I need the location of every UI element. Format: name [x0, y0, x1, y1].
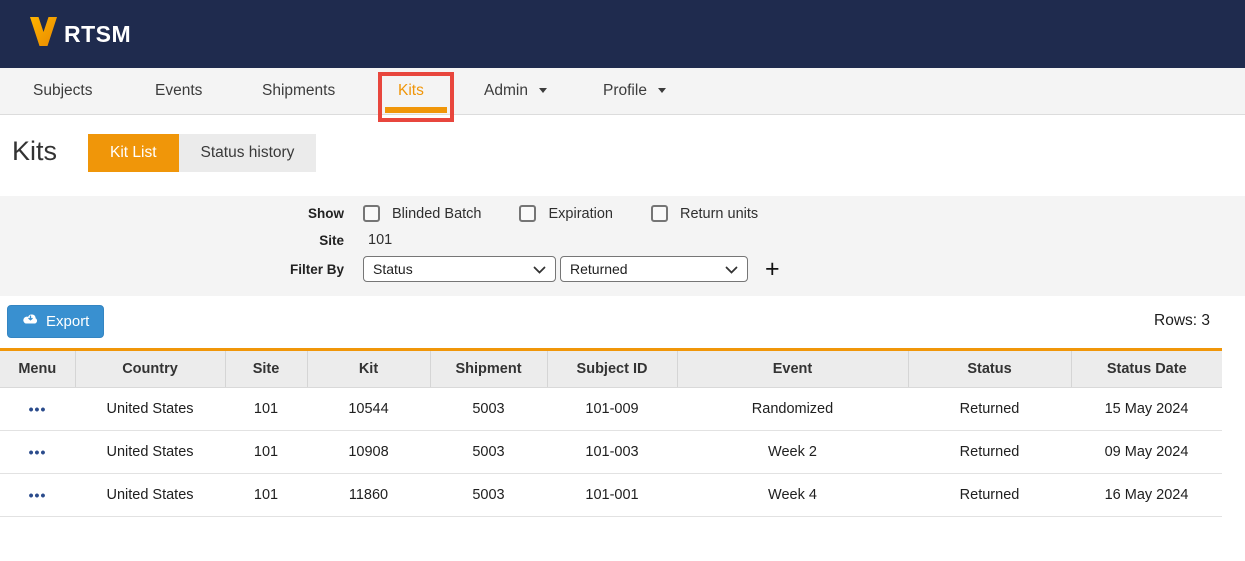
- cloud-download-icon: [22, 313, 39, 330]
- cell-status-date: 15 May 2024: [1071, 388, 1222, 431]
- table-row: ••• United States 101 10544 5003 101-009…: [0, 388, 1222, 431]
- blinded-batch-checkbox-group[interactable]: Blinded Batch: [363, 205, 481, 222]
- filter-by-row: Filter By Status Returned +: [0, 256, 780, 282]
- column-header-shipment: Shipment: [430, 350, 547, 388]
- cell-country: United States: [75, 388, 225, 431]
- column-header-subject-id: Subject ID: [547, 350, 677, 388]
- filter-value-selected-value: Returned: [570, 261, 628, 277]
- expiration-checkbox[interactable]: [519, 205, 536, 222]
- chevron-down-icon: [725, 261, 738, 277]
- site-value: 101: [368, 232, 392, 248]
- cell-status: Returned: [908, 388, 1071, 431]
- show-label: Show: [0, 206, 344, 221]
- cell-shipment: 5003: [430, 474, 547, 517]
- cell-kit: 10908: [307, 431, 430, 474]
- export-button-label: Export: [46, 313, 89, 330]
- blinded-batch-checkbox[interactable]: [363, 205, 380, 222]
- chevron-down-icon: [539, 88, 547, 93]
- nav-item-subjects[interactable]: Subjects: [33, 68, 92, 114]
- page-title: Kits: [12, 136, 57, 167]
- column-header-country: Country: [75, 350, 225, 388]
- logo-v-icon: [30, 17, 57, 51]
- kits-table: Menu Country Site Kit Shipment Subject I…: [0, 348, 1222, 517]
- column-header-event: Event: [677, 350, 908, 388]
- column-header-status: Status: [908, 350, 1071, 388]
- logo-text: RTSM: [64, 21, 131, 48]
- cell-kit: 11860: [307, 474, 430, 517]
- return-units-label: Return units: [680, 206, 758, 222]
- cell-kit: 10544: [307, 388, 430, 431]
- expiration-checkbox-group[interactable]: Expiration: [519, 205, 612, 222]
- table-row: ••• United States 101 10908 5003 101-003…: [0, 431, 1222, 474]
- column-header-status-date: Status Date: [1071, 350, 1222, 388]
- cell-site: 101: [225, 388, 307, 431]
- row-menu-button[interactable]: •••: [29, 487, 47, 503]
- blinded-batch-label: Blinded Batch: [392, 206, 481, 222]
- nav-item-shipments[interactable]: Shipments: [262, 68, 335, 114]
- app-header: RTSM: [0, 0, 1245, 68]
- column-header-kit: Kit: [307, 350, 430, 388]
- cell-status: Returned: [908, 474, 1071, 517]
- site-label: Site: [0, 233, 344, 248]
- export-button[interactable]: Export: [7, 305, 104, 338]
- page-root: RTSM Subjects Events Shipments Kits Admi…: [0, 0, 1245, 561]
- cell-event: Week 4: [677, 474, 908, 517]
- cell-country: United States: [75, 474, 225, 517]
- show-filter-row: Show Blinded Batch Expiration Return uni…: [0, 205, 796, 222]
- site-filter-row: Site 101: [0, 232, 392, 248]
- cell-status-date: 16 May 2024: [1071, 474, 1222, 517]
- cell-site: 101: [225, 474, 307, 517]
- nav-item-events[interactable]: Events: [155, 68, 202, 114]
- filter-value-select[interactable]: Returned: [560, 256, 748, 282]
- tab-status-history[interactable]: Status history: [179, 134, 317, 172]
- return-units-checkbox[interactable]: [651, 205, 668, 222]
- rows-count: Rows: 3: [1154, 312, 1210, 330]
- filter-field-select[interactable]: Status: [363, 256, 556, 282]
- nav-item-profile-label: Profile: [603, 82, 647, 99]
- column-header-menu: Menu: [0, 350, 75, 388]
- cell-event: Week 2: [677, 431, 908, 474]
- tab-kit-list[interactable]: Kit List: [88, 134, 179, 172]
- table-header-row: Menu Country Site Kit Shipment Subject I…: [0, 350, 1222, 388]
- nav-item-profile[interactable]: Profile: [603, 68, 666, 114]
- row-menu-button[interactable]: •••: [29, 401, 47, 417]
- view-tabs: Kit List Status history: [88, 134, 316, 172]
- cell-country: United States: [75, 431, 225, 474]
- column-header-site: Site: [225, 350, 307, 388]
- filter-field-selected-value: Status: [373, 261, 413, 277]
- table-row: ••• United States 101 11860 5003 101-001…: [0, 474, 1222, 517]
- chevron-down-icon: [533, 261, 546, 277]
- cell-site: 101: [225, 431, 307, 474]
- filter-by-label: Filter By: [0, 262, 344, 277]
- filter-panel: Show Blinded Batch Expiration Return uni…: [0, 196, 1245, 296]
- main-navbar: Subjects Events Shipments Kits Admin Pro…: [0, 68, 1245, 115]
- cell-status-date: 09 May 2024: [1071, 431, 1222, 474]
- nav-item-admin[interactable]: Admin: [484, 68, 547, 114]
- cell-subject-id: 101-001: [547, 474, 677, 517]
- expiration-label: Expiration: [548, 206, 612, 222]
- add-filter-button[interactable]: +: [765, 256, 780, 282]
- cell-status: Returned: [908, 431, 1071, 474]
- row-menu-button[interactable]: •••: [29, 444, 47, 460]
- cell-event: Randomized: [677, 388, 908, 431]
- cell-subject-id: 101-003: [547, 431, 677, 474]
- active-tab-underline: [385, 107, 447, 113]
- cell-subject-id: 101-009: [547, 388, 677, 431]
- nav-item-admin-label: Admin: [484, 82, 528, 99]
- cell-shipment: 5003: [430, 388, 547, 431]
- chevron-down-icon: [658, 88, 666, 93]
- cell-shipment: 5003: [430, 431, 547, 474]
- return-units-checkbox-group[interactable]: Return units: [651, 205, 758, 222]
- app-logo[interactable]: RTSM: [30, 17, 131, 51]
